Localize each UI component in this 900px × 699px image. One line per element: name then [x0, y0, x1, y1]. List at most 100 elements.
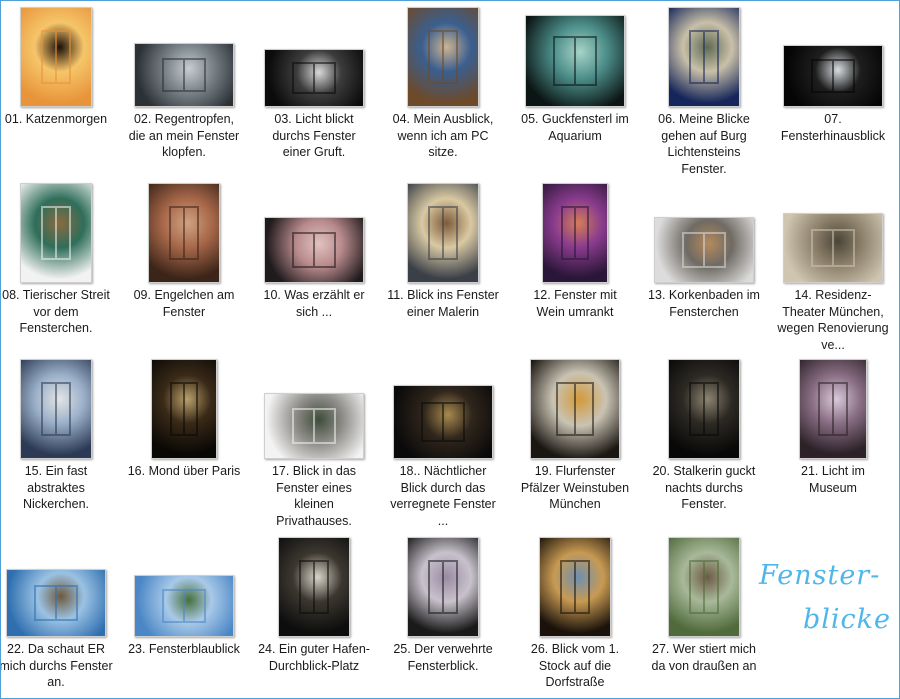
file-item[interactable]: 05. Guckfensterl im Aquarium	[516, 7, 634, 177]
window-frame-shape	[818, 381, 848, 437]
file-name-label: 22. Da schaut ER mich durchs Fenster an.	[0, 642, 113, 689]
thumbnail-frame	[516, 537, 634, 637]
file-name-label: 21. Licht im Museum	[801, 464, 865, 495]
window-mullion-shape	[312, 234, 315, 266]
window-mullion-shape	[702, 561, 705, 613]
file-item[interactable]: 23. Fensterblaublick	[125, 537, 243, 698]
file-item[interactable]: 12. Fenster mit Wein umrankt	[516, 183, 634, 353]
window-frame-shape	[169, 381, 199, 437]
file-name-label: 24. Ein guter Hafen-Durchblick-Platz	[258, 642, 370, 673]
window-mullion-shape	[702, 234, 705, 266]
thumbnail-frame	[125, 7, 243, 107]
harbor-window-thumbnail	[278, 537, 350, 637]
castle-tower-thumbnail	[668, 7, 740, 107]
file-name-label: 18.. Nächtlicher Blick durch das verregn…	[390, 464, 496, 528]
file-item[interactable]: 13. Korkenbaden im Fensterchen	[645, 183, 763, 353]
file-name-label: 26. Blick vom 1. Stock auf die Dorfstraß…	[530, 642, 620, 689]
window-mullion-shape	[54, 383, 57, 435]
file-item[interactable]: 10. Was erzählt er sich ...	[255, 183, 373, 353]
window-mullion-shape	[182, 207, 185, 259]
window-frame-shape	[168, 205, 200, 261]
window-frame-shape	[427, 205, 459, 261]
window-mullion-shape	[54, 207, 57, 259]
thumbnail-frame	[774, 7, 892, 107]
file-item[interactable]: 01. Katzenmorgen	[1, 7, 115, 177]
file-item[interactable]: 03. Licht blickt durchs Fenster einer Gr…	[255, 7, 373, 177]
file-item[interactable]: 07. Fensterhinausblick	[774, 7, 892, 177]
thumbnail-frame	[125, 359, 243, 459]
file-item[interactable]: 25. Der verwehrte Fensterblick.	[384, 537, 502, 698]
file-name-label: 14. Residenz-Theater München, wegen Reno…	[777, 288, 889, 352]
window-mullion-shape	[182, 383, 185, 435]
file-item[interactable]: 18.. Nächtlicher Blick durch das verregn…	[384, 359, 502, 529]
window-mullion-shape	[182, 591, 185, 621]
window-mullion-shape	[441, 561, 444, 613]
watermark-line-2: blicke	[803, 604, 892, 635]
window-frame-shape	[162, 589, 206, 623]
file-name-label: 13. Korkenbaden im Fensterchen	[648, 288, 760, 319]
file-explorer-grid: 01. Katzenmorgen 02. Regentropfen, die an…	[0, 0, 900, 699]
window-frame-shape	[811, 228, 855, 268]
window-frame-shape	[292, 408, 336, 444]
file-item[interactable]: 04. Mein Ausblick, wenn ich am PC sitze.	[384, 7, 502, 177]
file-item[interactable]: 16. Mond über Paris	[125, 359, 243, 529]
corks-window-thumbnail	[654, 217, 754, 283]
round-window-thumbnail	[530, 359, 620, 459]
file-name-label: 25. Der verwehrte Fensterblick.	[393, 642, 493, 673]
window-mullion-shape	[573, 383, 576, 435]
window-mullion-shape	[702, 383, 705, 435]
file-name-label: 08. Tierischer Streit vor dem Fensterche…	[2, 288, 110, 335]
file-item[interactable]: 26. Blick vom 1. Stock auf die Dorfstraß…	[516, 537, 634, 698]
file-item[interactable]: 14. Residenz-Theater München, wegen Reno…	[774, 183, 892, 353]
window-frame-shape	[427, 29, 459, 85]
file-name-label: 17. Blick in das Fenster eines kleinen P…	[271, 464, 357, 528]
window-mullion-shape	[702, 31, 705, 83]
file-item[interactable]: 22. Da schaut ER mich durchs Fenster an.	[0, 537, 115, 698]
file-item[interactable]: 06. Meine Blicke gehen auf Burg Lichtens…	[645, 7, 763, 177]
window-frame-shape	[40, 381, 72, 437]
file-item[interactable]: 20. Stalkerin guckt nachts durchs Fenste…	[645, 359, 763, 529]
thumbnail-frame	[645, 7, 763, 107]
thumbnail-frame	[774, 359, 892, 459]
file-name-label: 15. Ein fast abstraktes Nickerchen.	[23, 464, 89, 511]
window-frame-shape	[688, 559, 720, 615]
file-name-label: 11. Blick ins Fenster einer Malerin	[387, 288, 499, 319]
thumbnail-frame	[1, 359, 115, 459]
cat-at-sunrise-window-thumbnail	[20, 7, 92, 107]
thumbnail-frame	[516, 359, 634, 459]
file-item[interactable]: 19. Flurfenster Pfälzer Weinstuben Münch…	[516, 359, 634, 529]
file-item[interactable]: 24. Ein guter Hafen-Durchblick-Platz	[255, 537, 373, 698]
window-mullion-shape	[312, 64, 315, 92]
window-frame-shape	[553, 35, 597, 87]
window-mullion-shape	[831, 230, 834, 266]
thumbnail-frame	[384, 359, 502, 459]
file-name-label: 06. Meine Blicke gehen auf Burg Lichtens…	[658, 112, 750, 176]
window-mullion-shape	[441, 403, 444, 441]
painter-window-thumbnail	[407, 183, 479, 283]
file-name-label: 09. Engelchen am Fenster	[133, 288, 235, 319]
file-name-label: 16. Mond über Paris	[127, 464, 241, 478]
file-name-label: 03. Licht blickt durchs Fenster einer Gr…	[272, 112, 356, 159]
file-item[interactable]: 02. Regentropfen, die an mein Fenster kl…	[125, 7, 243, 177]
window-frame-shape	[40, 29, 72, 85]
raindrops-thumbnail	[134, 43, 234, 107]
file-item[interactable]: 17. Blick in das Fenster eines kleinen P…	[255, 359, 373, 529]
file-item[interactable]: 09. Engelchen am Fenster	[125, 183, 243, 353]
thumbnail-frame	[255, 7, 373, 107]
file-item[interactable]: 08. Tierischer Streit vor dem Fensterche…	[1, 183, 115, 353]
thumbnail-frame	[516, 183, 634, 283]
thumbnail-frame	[645, 183, 763, 283]
file-item[interactable]: 11. Blick ins Fenster einer Malerin	[384, 183, 502, 353]
thumbnail-frame	[1, 183, 115, 283]
window-mullion-shape	[182, 59, 185, 91]
window-frame-shape	[298, 559, 330, 615]
file-name-label: 05. Guckfensterl im Aquarium	[521, 112, 629, 143]
window-mullion-shape	[831, 61, 834, 91]
file-name-label: 12. Fenster mit Wein umrankt	[533, 288, 617, 319]
theater-facade-thumbnail	[783, 213, 883, 283]
window-mullion-shape	[573, 561, 576, 613]
file-item[interactable]: 15. Ein fast abstraktes Nickerchen.	[1, 359, 115, 529]
window-frame-shape	[688, 381, 720, 437]
window-frame-shape	[688, 29, 720, 85]
file-item[interactable]: 21. Licht im Museum	[774, 359, 892, 529]
